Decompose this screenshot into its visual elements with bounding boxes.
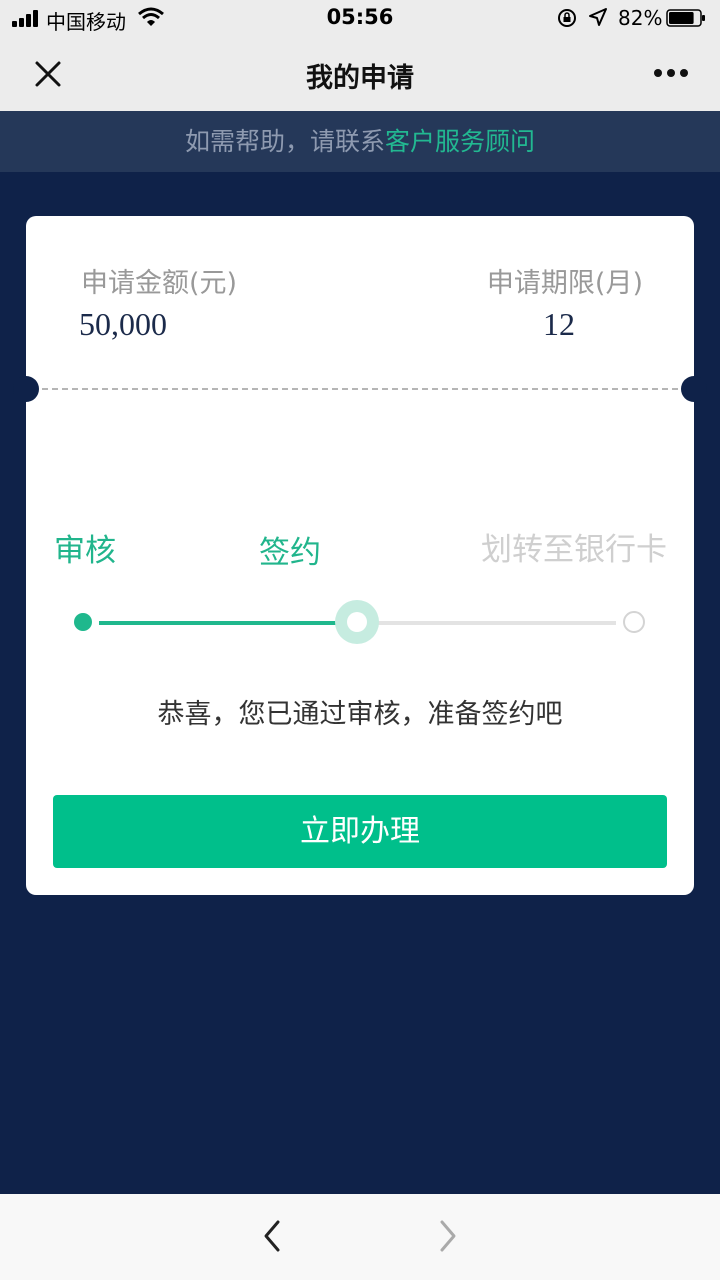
help-text: 如需帮助，请联系: [184, 127, 385, 156]
progress-track-active: [99, 621, 357, 625]
card-notch-right: [681, 376, 707, 402]
back-arrow-icon[interactable]: [258, 1218, 288, 1254]
help-banner: 如需帮助，请联系客户服务顾问: [0, 111, 720, 172]
page-title: 我的申请: [306, 63, 414, 94]
bottom-toolbar: [0, 1194, 720, 1280]
divider: [42, 388, 678, 390]
status-time: 05:56: [326, 5, 394, 29]
battery-percent: 82%: [618, 6, 663, 30]
status-message: 恭喜，您已通过审核，准备签约吧: [157, 699, 563, 730]
step-dot-pending: [623, 611, 645, 633]
orientation-lock-icon: [558, 9, 576, 27]
location-icon: [589, 8, 607, 26]
progress-track-inactive: [357, 621, 616, 625]
step-label-sign: 签约: [259, 535, 321, 571]
term-label: 申请期限(月): [486, 268, 643, 299]
term-value: 12: [543, 306, 575, 342]
step-dot-done: [74, 613, 92, 631]
card-notch-left: [13, 376, 39, 402]
more-icon[interactable]: [648, 60, 694, 86]
battery-icon: [666, 9, 705, 27]
forward-arrow-icon[interactable]: [432, 1218, 462, 1254]
nav-bar: 我的申请: [0, 36, 720, 111]
status-bar: 中国移动 05:56 82%: [0, 0, 720, 36]
step-label-transfer: 划转至银行卡: [481, 532, 667, 568]
amount-label: 申请金额(元): [81, 268, 238, 299]
amount-value: 50,000: [79, 306, 167, 342]
customer-service-link[interactable]: 客户服务顾问: [385, 127, 535, 156]
step-dot-current: [347, 612, 367, 632]
application-card: 申请金额(元) 50,000 申请期限(月) 12 审核 签约 划转至银行卡 恭…: [13, 216, 707, 895]
step-label-review: 审核: [54, 533, 116, 569]
proceed-button[interactable]: 立即办理: [53, 795, 667, 868]
